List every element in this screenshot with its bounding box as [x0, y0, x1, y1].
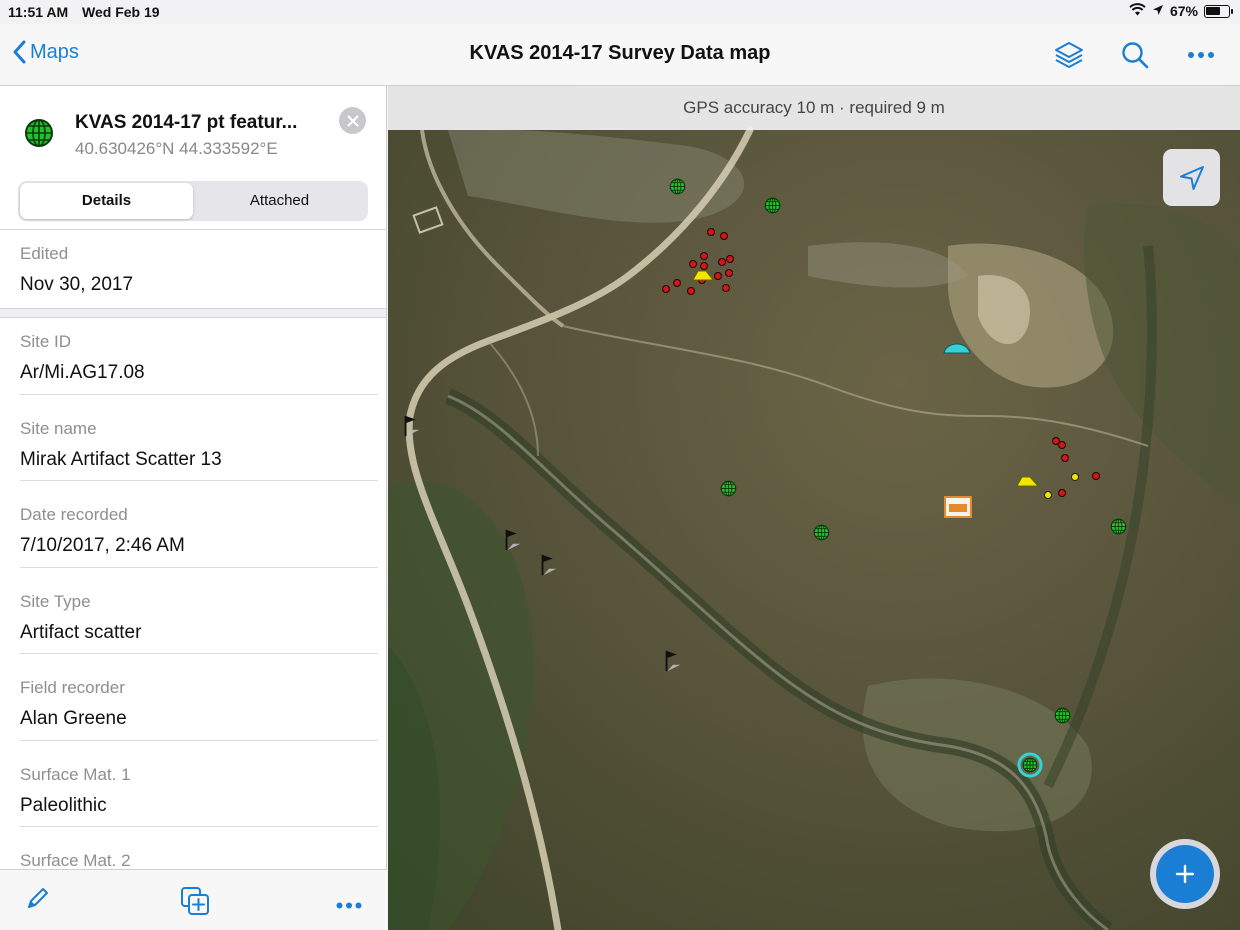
- site-globe-marker[interactable]: [669, 178, 686, 195]
- globe-marker-icon: [24, 118, 54, 153]
- field-divider: [20, 480, 378, 481]
- wifi-icon: [1129, 3, 1146, 19]
- red-point-marker[interactable]: [714, 272, 722, 280]
- red-point-marker[interactable]: [700, 262, 708, 270]
- battery-fill: [1206, 6, 1220, 15]
- panel-toolbar: [0, 869, 387, 930]
- field-label: Site name: [20, 419, 97, 438]
- field-divider: [20, 394, 378, 395]
- yellow-point-marker[interactable]: [1044, 491, 1052, 499]
- satellite-imagery[interactable]: [388, 86, 1240, 930]
- red-point-marker[interactable]: [718, 258, 726, 266]
- duplicate-button[interactable]: [180, 886, 210, 921]
- edited-field: Edited Nov 30, 2017: [20, 244, 378, 296]
- layers-icon: [1055, 42, 1083, 68]
- field-value: Mirak Artifact Scatter 13: [20, 449, 222, 470]
- field-divider: [20, 740, 378, 741]
- gps-accuracy-banner: GPS accuracy 10 m · required 9 m: [388, 86, 1240, 130]
- site-globe-marker[interactable]: [813, 524, 830, 541]
- red-point-marker[interactable]: [662, 285, 670, 293]
- field-label: Site Type: [20, 592, 91, 611]
- field-value: Paleolithic: [20, 795, 107, 816]
- field-label: Surface Mat. 2: [20, 851, 131, 870]
- navigation-bar: Maps KVAS 2014-17 Survey Data map: [0, 24, 1240, 86]
- site-globe-marker[interactable]: [720, 480, 737, 497]
- red-point-marker[interactable]: [722, 284, 730, 292]
- map-view[interactable]: GPS accuracy 10 m · required 9 m: [388, 86, 1240, 930]
- field-label: Surface Mat. 1: [20, 765, 131, 784]
- site-globe-marker[interactable]: [764, 197, 781, 214]
- status-time: 11:51 AM: [8, 4, 69, 20]
- selected-globe-marker[interactable]: [1022, 757, 1038, 773]
- red-point-marker[interactable]: [673, 279, 681, 287]
- site-globe-marker[interactable]: [1110, 518, 1127, 535]
- battery-percent: 67%: [1169, 3, 1198, 19]
- red-point-marker[interactable]: [700, 252, 708, 260]
- more-icon: [1188, 52, 1214, 58]
- pencil-icon: [28, 888, 48, 908]
- field-site-name: Site name Mirak Artifact Scatter 13: [20, 419, 378, 471]
- field-divider: [20, 826, 378, 827]
- red-point-marker[interactable]: [689, 260, 697, 268]
- add-feature-button[interactable]: [1150, 839, 1220, 909]
- close-icon: [346, 114, 359, 127]
- current-location-button[interactable]: [1163, 149, 1220, 206]
- add-feature-button-inner: [1156, 845, 1214, 903]
- yellow-point-marker[interactable]: [1071, 473, 1079, 481]
- status-date: Wed Feb 19: [82, 4, 160, 20]
- red-point-marker[interactable]: [687, 287, 695, 295]
- status-bar: 11:51 AM Wed Feb 19 67%: [0, 0, 1240, 24]
- more-button[interactable]: [1184, 38, 1218, 72]
- red-point-marker[interactable]: [1058, 489, 1066, 497]
- search-icon: [1122, 42, 1149, 69]
- plus-icon: [1175, 864, 1195, 884]
- red-point-marker[interactable]: [720, 232, 728, 240]
- red-point-marker[interactable]: [726, 255, 734, 263]
- feature-header: KVAS 2014-17 pt featur... 40.630426°N 44…: [0, 86, 386, 176]
- field-divider: [20, 653, 378, 654]
- field-date-recorded: Date recorded 7/10/2017, 2:46 AM: [20, 505, 378, 557]
- field-value: Artifact scatter: [20, 622, 142, 643]
- battery-icon: [1204, 4, 1233, 18]
- more-icon: [336, 902, 362, 909]
- field-surface-mat-1: Surface Mat. 1 Paleolithic: [20, 765, 378, 817]
- edit-button[interactable]: [26, 886, 50, 915]
- duplicate-icon: [181, 887, 209, 915]
- red-point-marker[interactable]: [1061, 454, 1069, 462]
- field-value: Ar/Mi.AG17.08: [20, 362, 145, 383]
- edited-value: Nov 30, 2017: [20, 274, 134, 295]
- feature-coordinates: 40.630426°N 44.333592°E: [75, 139, 278, 158]
- field-value: 7/10/2017, 2:46 AM: [20, 535, 185, 556]
- red-point-marker[interactable]: [1092, 472, 1100, 480]
- feature-detail-panel: KVAS 2014-17 pt featur... 40.630426°N 44…: [0, 86, 387, 930]
- tab-details[interactable]: Details: [20, 183, 193, 219]
- red-point-marker[interactable]: [707, 228, 715, 236]
- status-indicators: 67%: [1129, 3, 1233, 19]
- photo-marker-inner: [949, 504, 967, 512]
- feature-title: KVAS 2014-17 pt featur...: [75, 112, 298, 133]
- field-value: Alan Greene: [20, 708, 127, 729]
- field-divider: [20, 567, 378, 568]
- red-point-marker[interactable]: [725, 269, 733, 277]
- field-label: Field recorder: [20, 678, 125, 697]
- more-options-button[interactable]: [336, 896, 362, 914]
- details-attached-segmented-control: Details Attached: [18, 181, 368, 221]
- field-field-recorder: Field recorder Alan Greene: [20, 678, 378, 730]
- site-globe-marker[interactable]: [1054, 707, 1071, 724]
- field-site-type: Site Type Artifact scatter: [20, 592, 378, 644]
- field-label: Site ID: [20, 332, 72, 351]
- close-button[interactable]: [339, 107, 366, 134]
- red-point-marker[interactable]: [1058, 441, 1066, 449]
- section-separator: [0, 308, 386, 318]
- edited-label: Edited: [20, 244, 69, 263]
- field-site-id: Site ID Ar/Mi.AG17.08: [20, 332, 378, 384]
- location-arrow-icon: [1152, 3, 1164, 19]
- search-button[interactable]: [1118, 38, 1152, 72]
- field-label: Date recorded: [20, 505, 128, 524]
- location-arrow-icon: [1179, 165, 1204, 190]
- layers-button[interactable]: [1052, 38, 1086, 72]
- divider: [0, 229, 386, 230]
- tab-attached[interactable]: Attached: [193, 183, 366, 219]
